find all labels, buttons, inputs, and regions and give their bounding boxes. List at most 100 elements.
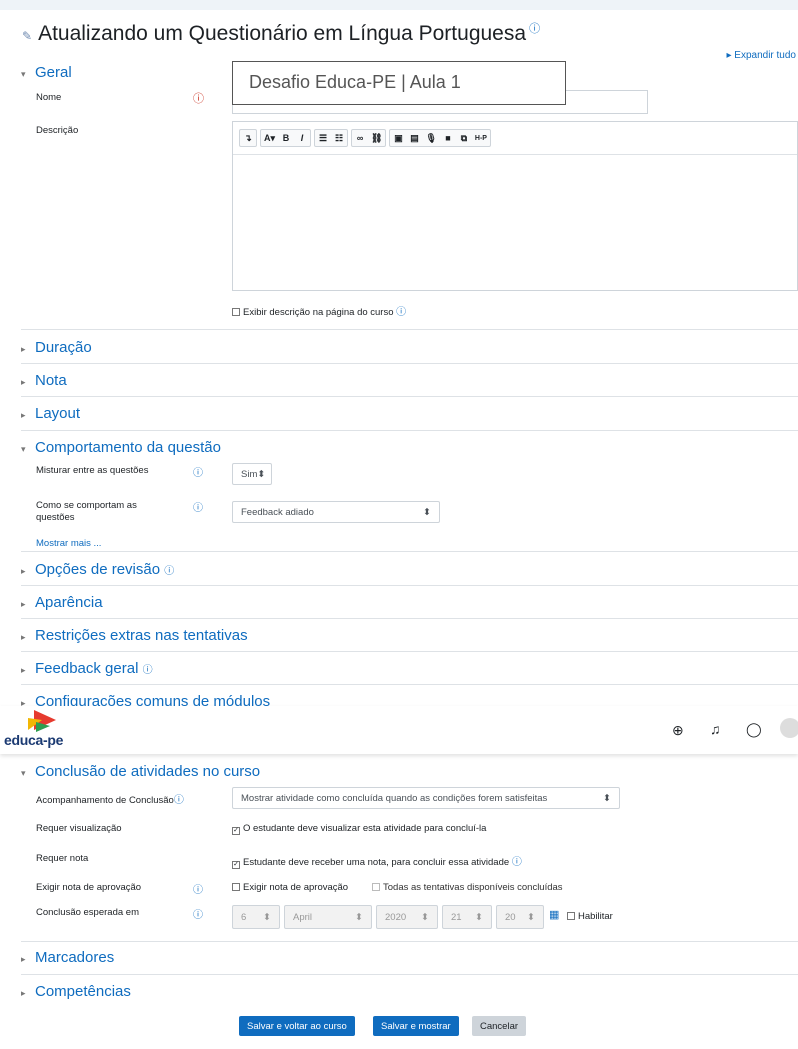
section-completion-toggle[interactable]: ▾ Conclusão de atividades no curso bbox=[21, 763, 260, 780]
toolbar-ordered-list-button[interactable]: ☷ bbox=[331, 130, 347, 146]
toolbar-unlink-button[interactable]: ⛓ bbox=[368, 130, 385, 146]
select-arrow-icon: ⬍ bbox=[475, 911, 483, 923]
toolbar-unordered-list-button[interactable]: ☰ bbox=[315, 130, 331, 146]
toolbar-bold-button[interactable]: B bbox=[278, 130, 294, 146]
help-icon[interactable]: ⓘ bbox=[396, 307, 406, 318]
avatar[interactable] bbox=[780, 718, 798, 738]
section-tags-toggle[interactable]: ▸ Marcadores bbox=[21, 949, 114, 966]
toolbar-collapse-button[interactable]: ↴ bbox=[240, 130, 256, 146]
section-layout-toggle[interactable]: ▸ Layout bbox=[21, 405, 80, 422]
chevron-right-icon: ▸ bbox=[21, 377, 26, 387]
select-arrow-icon: ⬍ bbox=[257, 468, 266, 480]
chevron-down-icon: ▾ bbox=[21, 768, 26, 778]
edit-icon: ✎ bbox=[22, 29, 33, 43]
minute-select[interactable]: 20 ⬍ bbox=[496, 905, 544, 929]
expected-completion-label: Conclusão esperada em bbox=[36, 907, 139, 918]
all-attempts-checkbox[interactable]: Todas as tentativas disponíveis concluíd… bbox=[372, 882, 563, 893]
section-question-behaviour-toggle[interactable]: ▾ Comportamento da questão bbox=[21, 439, 221, 456]
toolbar-link-button[interactable]: ∞ bbox=[352, 130, 368, 146]
behave-label: Como se comportam as questões bbox=[36, 500, 137, 523]
year-select[interactable]: 2020 ⬍ bbox=[376, 905, 438, 929]
section-appearance-toggle[interactable]: ▸ Aparência bbox=[21, 594, 103, 611]
help-icon[interactable]: ⓘ bbox=[193, 499, 203, 514]
divider bbox=[21, 329, 798, 330]
show-description-checkbox[interactable]: Exibir descrição na página do curso ⓘ bbox=[232, 303, 406, 318]
toolbar-audio-button[interactable]: 🎙 bbox=[422, 130, 439, 146]
help-icon[interactable]: ⓘ bbox=[512, 857, 522, 868]
hour-select[interactable]: 21 ⬍ bbox=[442, 905, 492, 929]
chevron-right-icon: ▸ bbox=[21, 665, 26, 675]
checkbox-icon bbox=[232, 883, 240, 891]
require-view-label: Requer visualização bbox=[36, 823, 122, 834]
help-icon[interactable]: ⓘ bbox=[526, 23, 540, 35]
select-arrow-icon: ⬍ bbox=[423, 506, 431, 518]
month-select[interactable]: April ⬍ bbox=[284, 905, 372, 929]
pass-grade-checkbox[interactable]: Exigir nota de aprovação bbox=[232, 882, 348, 893]
required-icon: ⓘ bbox=[193, 93, 204, 105]
select-arrow-icon: ⬍ bbox=[603, 792, 611, 804]
expand-all-link[interactable]: ▸ Expandir tudo bbox=[726, 50, 796, 61]
behave-select[interactable]: Feedback adiado ⬍ bbox=[232, 501, 440, 523]
section-grade-toggle[interactable]: ▸ Nota bbox=[21, 372, 67, 389]
tracking-select[interactable]: Mostrar atividade como concluída quando … bbox=[232, 787, 620, 809]
globe-icon[interactable]: ⊕ bbox=[672, 722, 684, 739]
toolbar-media-button[interactable]: ▤ bbox=[406, 130, 422, 146]
toolbar-image-button[interactable]: ▣ bbox=[390, 130, 406, 146]
toolbar-h5p-button[interactable]: H-P bbox=[472, 130, 490, 146]
chevron-right-icon: ▸ bbox=[21, 599, 26, 609]
section-review-toggle[interactable]: ▸ Opções de revisão ⓘ bbox=[21, 561, 174, 578]
shuffle-select[interactable]: Sim ⬍ bbox=[232, 463, 272, 485]
editor-toolbar: ↴ A▾ B I ☰ ☷ ∞ ⛓ ▣ ▤ 🎙 ■ ⧉ H-P bbox=[233, 122, 797, 155]
select-arrow-icon: ⬍ bbox=[263, 911, 271, 923]
help-icon[interactable]: ⓘ bbox=[193, 906, 203, 921]
section-competencies-toggle[interactable]: ▸ Competências bbox=[21, 983, 131, 1000]
help-icon[interactable]: ⓘ bbox=[193, 464, 203, 479]
divider bbox=[21, 551, 798, 552]
checkbox-checked-icon: ✓ bbox=[232, 861, 240, 869]
chevron-right-icon: ▸ bbox=[21, 632, 26, 642]
select-arrow-icon: ⬍ bbox=[421, 911, 429, 923]
divider bbox=[21, 585, 798, 586]
checkbox-icon bbox=[567, 912, 575, 920]
toolbar-font-button[interactable]: A▾ bbox=[261, 130, 278, 146]
bell-icon[interactable]: ♫ bbox=[710, 721, 721, 737]
title-overlay-box: Desafio Educa-PE | Aula 1 bbox=[232, 61, 566, 105]
section-general-toggle[interactable]: ▾ Geral bbox=[21, 64, 72, 81]
help-icon[interactable]: ⓘ bbox=[174, 795, 184, 806]
save-display-button[interactable]: Salvar e mostrar bbox=[373, 1016, 459, 1036]
calendar-icon[interactable]: ▦ bbox=[549, 908, 559, 921]
require-view-checkbox[interactable]: ✓ O estudante deve visualizar esta ativid… bbox=[232, 823, 486, 835]
educa-pe-logo-icon bbox=[28, 710, 56, 732]
chevron-right-icon: ▸ bbox=[21, 566, 26, 576]
toolbar-manage-files-button[interactable]: ⧉ bbox=[456, 130, 472, 146]
help-icon[interactable]: ⓘ bbox=[193, 881, 203, 896]
divider bbox=[21, 618, 798, 619]
divider bbox=[21, 363, 798, 364]
divider bbox=[21, 974, 798, 975]
chat-icon[interactable]: ◯ bbox=[746, 721, 762, 738]
help-icon[interactable]: ⓘ bbox=[143, 665, 153, 676]
section-duration-toggle[interactable]: ▸ Duração bbox=[21, 339, 92, 356]
show-more-link[interactable]: Mostrar mais ... bbox=[36, 538, 101, 549]
logo-text[interactable]: educa-pe bbox=[4, 732, 63, 748]
chevron-right-icon: ▸ bbox=[21, 410, 26, 420]
select-arrow-icon: ⬍ bbox=[527, 911, 535, 923]
chevron-down-icon: ▾ bbox=[21, 444, 26, 454]
enable-checkbox[interactable]: Habilitar bbox=[567, 911, 613, 922]
description-editor[interactable]: ↴ A▾ B I ☰ ☷ ∞ ⛓ ▣ ▤ 🎙 ■ ⧉ H-P bbox=[232, 121, 798, 291]
help-icon[interactable]: ⓘ bbox=[164, 566, 174, 577]
section-restrictions-toggle[interactable]: ▸ Restrições extras nas tentativas bbox=[21, 627, 248, 644]
toolbar-italic-button[interactable]: I bbox=[294, 130, 310, 146]
checkbox-icon bbox=[372, 883, 380, 891]
require-grade-label: Requer nota bbox=[36, 853, 89, 864]
divider bbox=[21, 430, 798, 431]
toolbar-video-button[interactable]: ■ bbox=[440, 130, 456, 146]
save-return-button[interactable]: Salvar e voltar ao curso bbox=[239, 1016, 355, 1036]
page-title: ✎ Atualizando um Questionário em Língua P… bbox=[22, 22, 541, 45]
require-grade-checkbox[interactable]: ✓ Estudante deve receber uma nota, para c… bbox=[232, 853, 522, 869]
section-feedback-toggle[interactable]: ▸ Feedback geral ⓘ bbox=[21, 660, 153, 677]
chevron-right-icon: ▸ bbox=[21, 988, 26, 998]
day-select[interactable]: 6 ⬍ bbox=[232, 905, 280, 929]
cancel-button[interactable]: Cancelar bbox=[472, 1016, 527, 1036]
tracking-label: Acompanhamento de Conclusãoⓘ bbox=[36, 795, 184, 806]
